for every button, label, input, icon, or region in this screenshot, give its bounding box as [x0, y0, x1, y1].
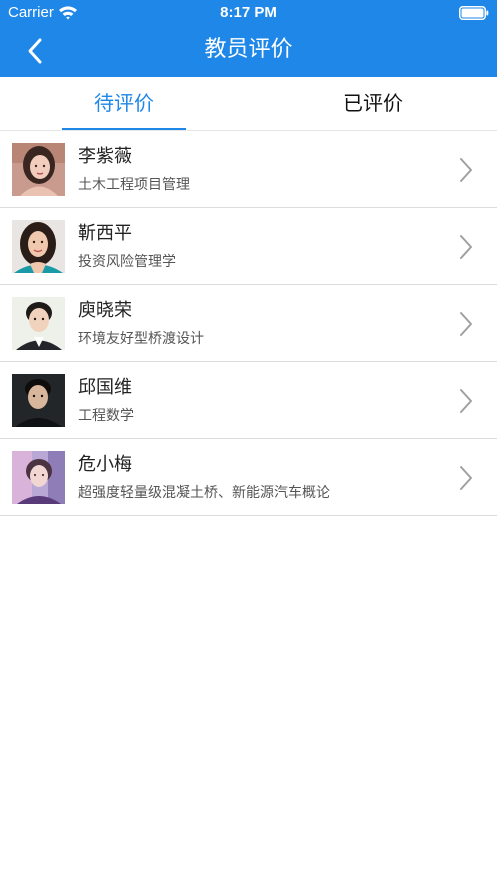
teacher-name: 危小梅 — [78, 454, 132, 475]
header: Carrier 8:17 PM 教员评价 — [0, 0, 497, 77]
status-bar: Carrier 8:17 PM — [0, 0, 497, 26]
teacher-name: 靳西平 — [78, 223, 132, 244]
teacher-list: 李紫薇 土木工程项目管理 靳西平 投资风险管理学 庾晓荣 环境友好型桥渡设计 邱… — [0, 131, 497, 516]
teacher-name: 李紫薇 — [78, 146, 132, 167]
nav-bar: 教员评价 — [0, 26, 497, 77]
chevron-right-icon — [460, 158, 472, 182]
tab-bar: 待评价 已评价 — [0, 77, 497, 131]
teacher-course: 投资风险管理学 — [78, 254, 176, 270]
avatar — [12, 143, 65, 196]
chevron-right-icon — [460, 466, 472, 490]
active-tab-indicator — [62, 128, 186, 130]
avatar — [12, 451, 65, 504]
avatar — [12, 297, 65, 350]
teacher-row[interactable]: 庾晓荣 环境友好型桥渡设计 — [0, 285, 497, 362]
avatar — [12, 374, 65, 427]
app-screen: Carrier 8:17 PM 教员评价 待评价 已评价 李紫薇 土木工程项目管… — [0, 0, 497, 883]
chevron-right-icon — [460, 389, 472, 413]
teacher-course: 环境友好型桥渡设计 — [78, 331, 204, 347]
tab-pending[interactable]: 待评价 — [0, 77, 248, 130]
tab-evaluated[interactable]: 已评价 — [249, 77, 497, 130]
teacher-name: 邱国维 — [78, 377, 132, 398]
battery-icon — [459, 6, 489, 20]
chevron-right-icon — [460, 312, 472, 336]
status-time: 8:17 PM — [220, 4, 277, 21]
teacher-course: 超强度轻量级混凝土桥、新能源汽车概论 — [78, 485, 330, 501]
teacher-row[interactable]: 邱国维 工程数学 — [0, 362, 497, 439]
teacher-course: 工程数学 — [78, 408, 134, 424]
chevron-right-icon — [460, 235, 472, 259]
teacher-row[interactable]: 危小梅 超强度轻量级混凝土桥、新能源汽车概论 — [0, 439, 497, 516]
page-title: 教员评价 — [204, 37, 293, 62]
teacher-row[interactable]: 李紫薇 土木工程项目管理 — [0, 131, 497, 208]
avatar — [12, 220, 65, 273]
teacher-row[interactable]: 靳西平 投资风险管理学 — [0, 208, 497, 285]
teacher-course: 土木工程项目管理 — [78, 177, 190, 193]
teacher-name: 庾晓荣 — [78, 300, 132, 321]
